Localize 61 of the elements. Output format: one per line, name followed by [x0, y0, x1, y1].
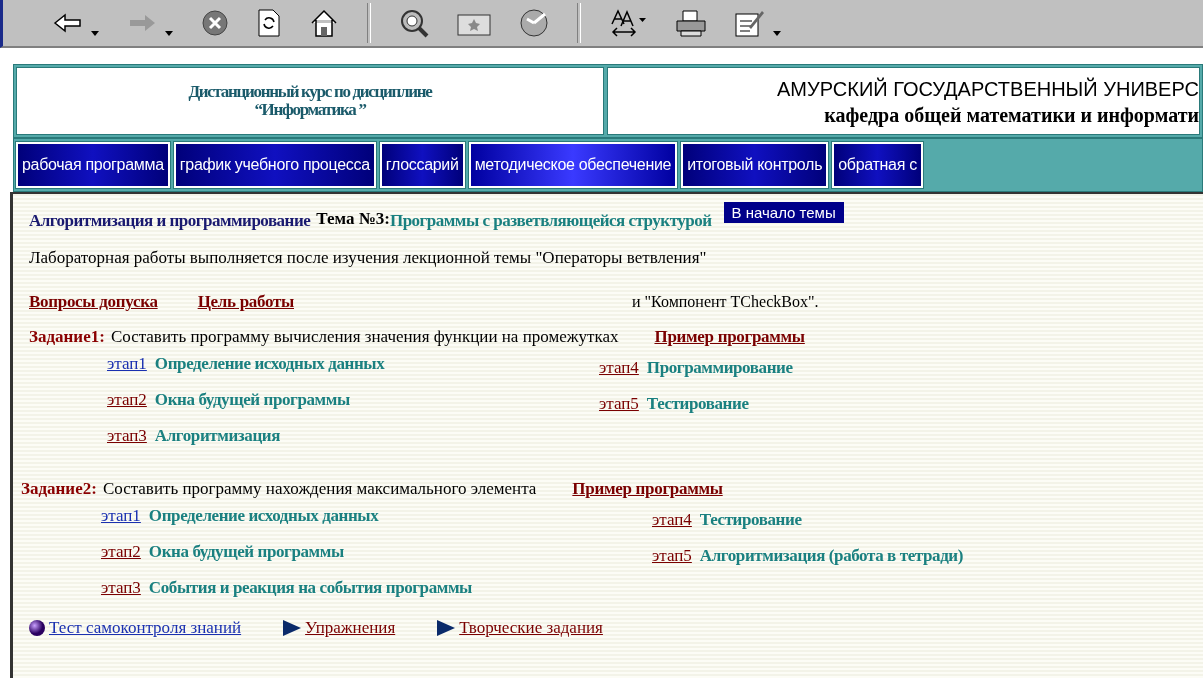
university-name: АМУРСКИЙ ГОСУДАРСТВЕННЫЙ УНИВЕРС	[776, 76, 1199, 102]
nav-link[interactable]: глоссарий	[379, 142, 465, 188]
topic-title: Программы с разветвляющейся структурой	[389, 211, 712, 231]
footer-link[interactable]: Творческие задания	[459, 618, 603, 638]
stage-title: Алгоритмизация (работа в тетради)	[699, 546, 963, 567]
task-text: Составить программу нахождения максимального элемента	[102, 479, 537, 499]
stage-title: Окна будущей программы	[154, 390, 350, 411]
top-of-topic-button[interactable]: В начало темы	[723, 202, 844, 223]
section-title: Алгоритмизация и программирование	[29, 211, 311, 231]
back-arrow-icon[interactable]	[53, 12, 83, 34]
font-size-icon[interactable]	[609, 8, 647, 38]
stage-link[interactable]: этап5	[599, 394, 639, 430]
footer-link[interactable]: Упражнения	[305, 618, 396, 638]
task-text: Составить программу вычисления значения функции на промежутках	[110, 327, 619, 347]
sphere-icon	[29, 620, 45, 636]
footer-link[interactable]: Тест самоконтроля знаний	[49, 618, 242, 638]
home-icon[interactable]	[309, 8, 339, 38]
stage-link[interactable]: этап5	[652, 546, 692, 582]
stage-title: Программирование	[646, 358, 793, 379]
triangle-icon	[437, 620, 456, 636]
department-name: кафедра общей математики и информати	[824, 103, 1199, 128]
task-label: Задание1:	[29, 327, 105, 347]
stage-link[interactable]: этап3	[101, 578, 141, 614]
task-label: Задание2:	[21, 479, 97, 499]
section-link[interactable]: Вопросы допуска	[29, 292, 158, 312]
stage-link[interactable]: этап1	[107, 354, 147, 390]
nav-link[interactable]: рабочая программа	[16, 142, 170, 188]
stage-title: События и реакция на события программы	[148, 578, 472, 599]
caret-icon[interactable]	[773, 30, 781, 36]
printer-icon[interactable]	[675, 9, 707, 37]
stage-link[interactable]: этап3	[107, 426, 147, 462]
search-icon[interactable]	[399, 8, 429, 38]
stage-title: Тестирование	[699, 510, 802, 531]
intro-text: и "Компонент TCheckBox".	[632, 293, 819, 311]
stage-title: Определение исходных данных	[148, 506, 379, 527]
section-link[interactable]: Цель работы	[197, 292, 294, 312]
example-link[interactable]: Пример программы	[654, 327, 805, 347]
nav-link[interactable]: методическое обеспечение	[468, 142, 678, 188]
stop-icon[interactable]	[201, 9, 229, 37]
caret-icon[interactable]	[165, 30, 173, 36]
refresh-icon[interactable]	[257, 9, 281, 37]
nav-link[interactable]: итоговый контроль	[681, 142, 829, 188]
stage-title: Окна будущей программы	[148, 542, 344, 563]
course-title: Дистанционный курс по дисциплине	[188, 83, 432, 101]
stage-link[interactable]: этап2	[101, 542, 141, 578]
topic-number: Тема №3:	[316, 209, 390, 228]
stage-link[interactable]: этап1	[101, 506, 141, 542]
example-link[interactable]: Пример программы	[572, 479, 723, 499]
stage-title: Алгоритмизация	[154, 426, 280, 447]
triangle-icon	[283, 620, 302, 636]
stage-title: Тестирование	[646, 394, 749, 415]
stage-link[interactable]: этап4	[652, 510, 692, 546]
nav-link[interactable]: обратная с	[832, 142, 923, 188]
course-title: “Информатика ”	[254, 101, 366, 119]
nav-link[interactable]: график учебного процесса	[173, 142, 376, 188]
caret-icon[interactable]	[91, 30, 99, 36]
stage-link[interactable]: этап4	[599, 358, 639, 394]
stage-link[interactable]: этап2	[107, 390, 147, 426]
edit-icon[interactable]	[735, 9, 765, 37]
stage-title: Определение исходных данных	[154, 354, 385, 375]
intro-text: Лабораторная работы выполняется после изучения лекционной темы "Операторы ветвления"	[29, 248, 708, 269]
